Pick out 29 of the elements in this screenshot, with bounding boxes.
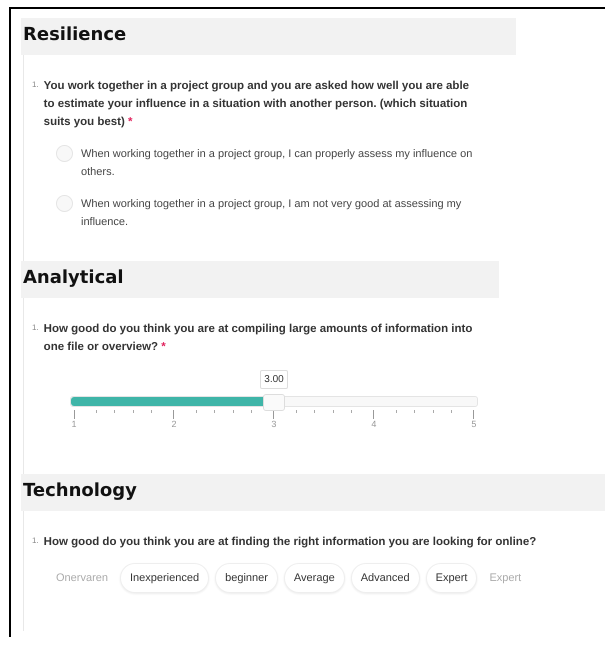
choice-chip[interactable]: Average [284,563,345,593]
option-label: When working together in a project group, I can properly assess my influence on others. [81,147,474,180]
question-number: 1. [32,79,39,89]
section-title: Analytical [23,267,125,288]
radio-button[interactable] [56,145,73,162]
tick-label: 2 [171,419,176,429]
question-text: How good do you think you are at finding the right information you are looking for online? [44,535,538,550]
section-title: Technology [23,480,138,501]
tick-label: 5 [471,419,476,429]
slider-handle[interactable] [263,394,285,411]
required-mark: * [161,341,166,353]
question-number: 1. [32,322,39,332]
value-label: 3.00 [260,370,288,389]
section-title: Resilience [23,24,128,45]
option-label: When working together in a project group, I am not very good at assessing my influence. [81,197,462,230]
question-number: 1. [32,535,39,545]
choice-chip[interactable]: beginner [215,563,278,593]
scale-high-label: Expert [489,572,522,584]
choice-chip[interactable]: Expert [426,563,478,593]
tick-label: 4 [371,419,376,429]
radio-button[interactable] [56,195,73,212]
required-mark: * [128,116,133,128]
scale-low-label: Onervaren [56,572,108,584]
tick-label: 1 [71,419,76,429]
tick-label: 3 [271,419,276,429]
question-text: How good do you think you are at compiling large amounts of information into one file or overview? * [44,322,474,355]
question-text: You work together in a project group and you are asked how well you are able to estimate your influence in a situation with another person. (which situation suits you best) * [44,79,470,130]
choice-chip[interactable]: Advanced [350,563,420,593]
choice-chip[interactable]: Inexperienced [120,563,210,593]
